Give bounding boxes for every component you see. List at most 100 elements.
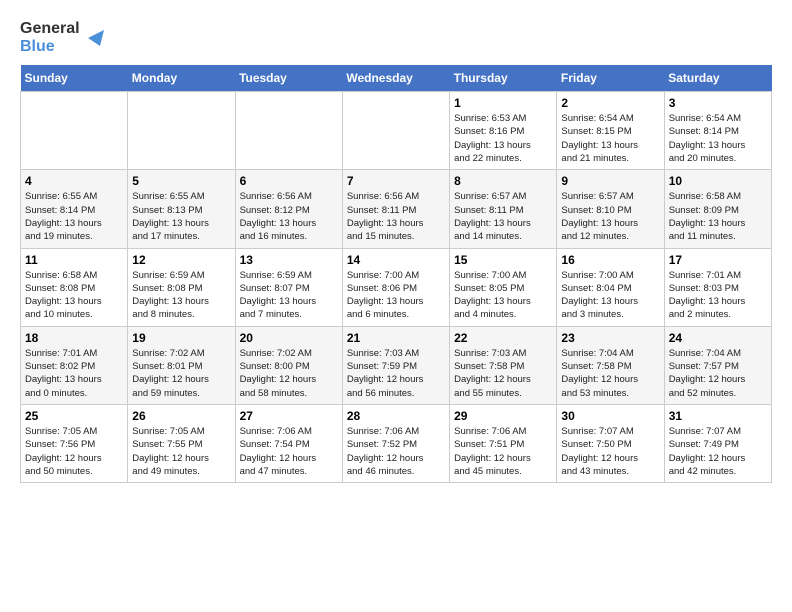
day-info: Sunrise: 7:01 AMSunset: 8:03 PMDaylight:…: [669, 269, 767, 322]
column-header-monday: Monday: [128, 65, 235, 92]
day-info: Sunrise: 7:00 AMSunset: 8:06 PMDaylight:…: [347, 269, 445, 322]
logo-blue: Blue: [20, 38, 80, 56]
day-info: Sunrise: 7:04 AMSunset: 7:58 PMDaylight:…: [561, 347, 659, 400]
day-info: Sunrise: 6:56 AMSunset: 8:11 PMDaylight:…: [347, 190, 445, 243]
day-cell: 20 Sunrise: 7:02 AMSunset: 8:00 PMDayligh…: [235, 326, 342, 404]
logo-general: General: [20, 20, 80, 38]
day-info: Sunrise: 7:06 AMSunset: 7:54 PMDaylight:…: [240, 425, 338, 478]
day-cell: [342, 92, 449, 170]
day-info: Sunrise: 7:00 AMSunset: 8:05 PMDaylight:…: [454, 269, 552, 322]
day-cell: 6 Sunrise: 6:56 AMSunset: 8:12 PMDaylight…: [235, 170, 342, 248]
day-cell: 11 Sunrise: 6:58 AMSunset: 8:08 PMDayligh…: [21, 248, 128, 326]
day-number: 8: [454, 174, 552, 188]
day-info: Sunrise: 7:02 AMSunset: 8:00 PMDaylight:…: [240, 347, 338, 400]
day-cell: 18Sunrise: 7:01 AMSunset: 8:02 PMDayligh…: [21, 326, 128, 404]
day-cell: [235, 92, 342, 170]
day-cell: 12Sunrise: 6:59 AMSunset: 8:08 PMDayligh…: [128, 248, 235, 326]
day-cell: 31 Sunrise: 7:07 AMSunset: 7:49 PMDayligh…: [664, 404, 771, 482]
day-number: 4: [25, 174, 123, 188]
week-row-4: 18Sunrise: 7:01 AMSunset: 8:02 PMDayligh…: [21, 326, 772, 404]
day-cell: 2Sunrise: 6:54 AMSunset: 8:15 PMDaylight…: [557, 92, 664, 170]
day-number: 25: [25, 409, 123, 423]
day-info: Sunrise: 7:03 AMSunset: 7:58 PMDaylight:…: [454, 347, 552, 400]
day-cell: 29 Sunrise: 7:06 AMSunset: 7:51 PMDayligh…: [450, 404, 557, 482]
page-header: General Blue: [20, 20, 772, 55]
day-info: Sunrise: 7:07 AMSunset: 7:50 PMDaylight:…: [561, 425, 659, 478]
day-number: 13: [240, 253, 338, 267]
day-number: 11: [25, 253, 123, 267]
day-info: Sunrise: 6:55 AMSunset: 8:14 PMDaylight:…: [25, 190, 123, 243]
logo-arrow-icon: [84, 26, 108, 50]
day-info: Sunrise: 7:07 AMSunset: 7:49 PMDaylight:…: [669, 425, 767, 478]
day-cell: 14Sunrise: 7:00 AMSunset: 8:06 PMDayligh…: [342, 248, 449, 326]
day-cell: 21 Sunrise: 7:03 AMSunset: 7:59 PMDayligh…: [342, 326, 449, 404]
header-row: SundayMondayTuesdayWednesdayThursdayFrid…: [21, 65, 772, 92]
day-info: Sunrise: 6:58 AMSunset: 8:08 PMDaylight:…: [25, 269, 123, 322]
week-row-3: 11 Sunrise: 6:58 AMSunset: 8:08 PMDayligh…: [21, 248, 772, 326]
day-cell: 27 Sunrise: 7:06 AMSunset: 7:54 PMDayligh…: [235, 404, 342, 482]
day-info: Sunrise: 6:53 AMSunset: 8:16 PMDaylight:…: [454, 112, 552, 165]
day-cell: 26Sunrise: 7:05 AMSunset: 7:55 PMDayligh…: [128, 404, 235, 482]
column-header-tuesday: Tuesday: [235, 65, 342, 92]
day-info: Sunrise: 7:01 AMSunset: 8:02 PMDaylight:…: [25, 347, 123, 400]
day-cell: 13 Sunrise: 6:59 AMSunset: 8:07 PMDayligh…: [235, 248, 342, 326]
day-number: 29: [454, 409, 552, 423]
day-number: 16: [561, 253, 659, 267]
day-info: Sunrise: 6:57 AMSunset: 8:11 PMDaylight:…: [454, 190, 552, 243]
day-cell: 15 Sunrise: 7:00 AMSunset: 8:05 PMDayligh…: [450, 248, 557, 326]
day-cell: 4 Sunrise: 6:55 AMSunset: 8:14 PMDaylight…: [21, 170, 128, 248]
day-info: Sunrise: 6:56 AMSunset: 8:12 PMDaylight:…: [240, 190, 338, 243]
day-number: 6: [240, 174, 338, 188]
week-row-1: 1 Sunrise: 6:53 AMSunset: 8:16 PMDaylight…: [21, 92, 772, 170]
day-number: 5: [132, 174, 230, 188]
day-info: Sunrise: 6:57 AMSunset: 8:10 PMDaylight:…: [561, 190, 659, 243]
day-info: Sunrise: 6:54 AMSunset: 8:15 PMDaylight:…: [561, 112, 659, 165]
day-number: 12: [132, 253, 230, 267]
day-number: 24: [669, 331, 767, 345]
day-number: 17: [669, 253, 767, 267]
day-number: 9: [561, 174, 659, 188]
day-number: 31: [669, 409, 767, 423]
day-cell: 1 Sunrise: 6:53 AMSunset: 8:16 PMDaylight…: [450, 92, 557, 170]
column-header-thursday: Thursday: [450, 65, 557, 92]
logo-text-block: General Blue: [20, 20, 80, 55]
day-cell: 28Sunrise: 7:06 AMSunset: 7:52 PMDayligh…: [342, 404, 449, 482]
week-row-5: 25Sunrise: 7:05 AMSunset: 7:56 PMDayligh…: [21, 404, 772, 482]
day-cell: 9 Sunrise: 6:57 AMSunset: 8:10 PMDaylight…: [557, 170, 664, 248]
day-info: Sunrise: 6:54 AMSunset: 8:14 PMDaylight:…: [669, 112, 767, 165]
day-number: 1: [454, 96, 552, 110]
day-cell: 17 Sunrise: 7:01 AMSunset: 8:03 PMDayligh…: [664, 248, 771, 326]
day-number: 27: [240, 409, 338, 423]
day-info: Sunrise: 7:06 AMSunset: 7:51 PMDaylight:…: [454, 425, 552, 478]
day-cell: 3 Sunrise: 6:54 AMSunset: 8:14 PMDaylight…: [664, 92, 771, 170]
day-number: 15: [454, 253, 552, 267]
day-cell: [128, 92, 235, 170]
day-cell: 30 Sunrise: 7:07 AMSunset: 7:50 PMDayligh…: [557, 404, 664, 482]
column-header-wednesday: Wednesday: [342, 65, 449, 92]
day-cell: 25Sunrise: 7:05 AMSunset: 7:56 PMDayligh…: [21, 404, 128, 482]
day-number: 23: [561, 331, 659, 345]
week-row-2: 4 Sunrise: 6:55 AMSunset: 8:14 PMDaylight…: [21, 170, 772, 248]
day-number: 21: [347, 331, 445, 345]
day-number: 30: [561, 409, 659, 423]
day-info: Sunrise: 7:04 AMSunset: 7:57 PMDaylight:…: [669, 347, 767, 400]
day-number: 3: [669, 96, 767, 110]
column-header-saturday: Saturday: [664, 65, 771, 92]
day-info: Sunrise: 7:02 AMSunset: 8:01 PMDaylight:…: [132, 347, 230, 400]
day-number: 20: [240, 331, 338, 345]
column-header-friday: Friday: [557, 65, 664, 92]
day-cell: 19 Sunrise: 7:02 AMSunset: 8:01 PMDayligh…: [128, 326, 235, 404]
day-cell: 24 Sunrise: 7:04 AMSunset: 7:57 PMDayligh…: [664, 326, 771, 404]
day-info: Sunrise: 7:03 AMSunset: 7:59 PMDaylight:…: [347, 347, 445, 400]
day-cell: 16Sunrise: 7:00 AMSunset: 8:04 PMDayligh…: [557, 248, 664, 326]
column-header-sunday: Sunday: [21, 65, 128, 92]
day-cell: 7 Sunrise: 6:56 AMSunset: 8:11 PMDaylight…: [342, 170, 449, 248]
day-number: 7: [347, 174, 445, 188]
day-info: Sunrise: 7:06 AMSunset: 7:52 PMDaylight:…: [347, 425, 445, 478]
day-number: 22: [454, 331, 552, 345]
day-cell: 23 Sunrise: 7:04 AMSunset: 7:58 PMDayligh…: [557, 326, 664, 404]
calendar-table: SundayMondayTuesdayWednesdayThursdayFrid…: [20, 65, 772, 483]
day-number: 19: [132, 331, 230, 345]
day-cell: 22 Sunrise: 7:03 AMSunset: 7:58 PMDayligh…: [450, 326, 557, 404]
day-info: Sunrise: 6:59 AMSunset: 8:07 PMDaylight:…: [240, 269, 338, 322]
